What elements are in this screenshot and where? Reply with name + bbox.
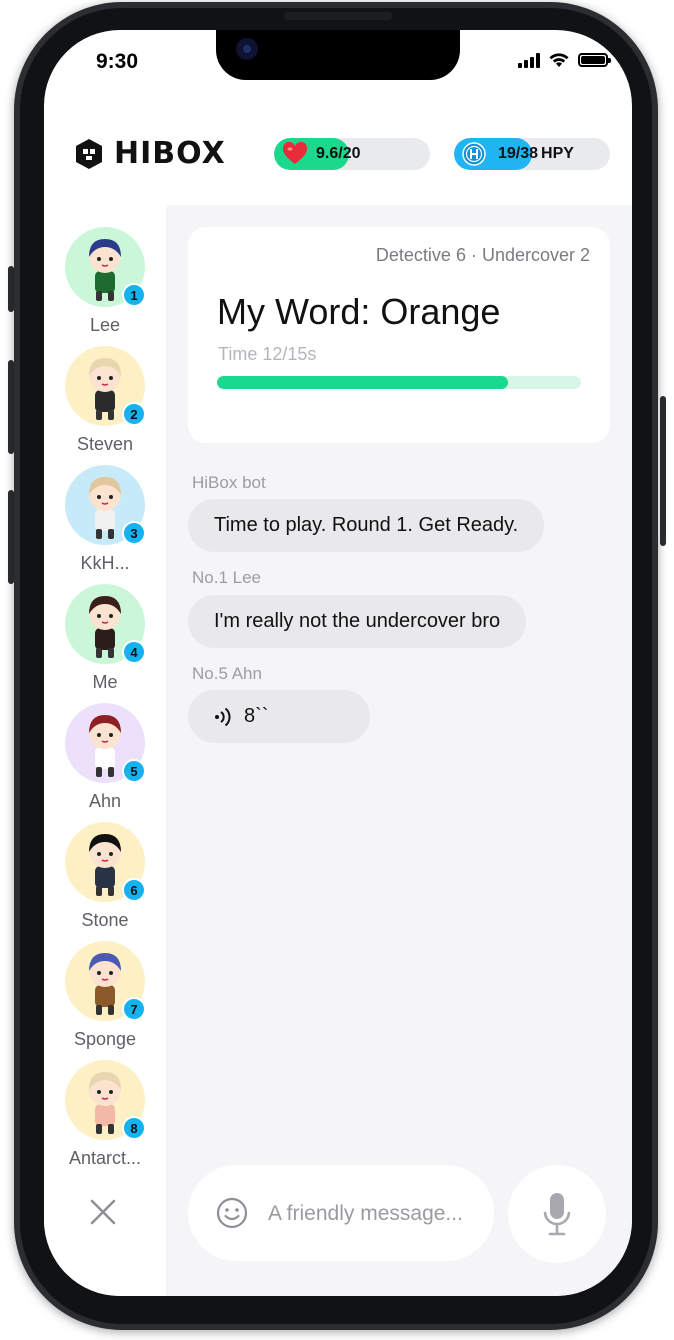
message-sender: No.5 Ahn <box>192 664 262 683</box>
logo-text: HIBOX <box>114 136 226 171</box>
voice-message-bubble[interactable]: 8`` <box>188 690 370 743</box>
emoji-icon[interactable] <box>216 1197 248 1229</box>
battery-icon <box>578 53 611 67</box>
app-screen: 9:30 HIBOX 9.6/20 19/38 HPY 1 Lee 2 Stev… <box>44 30 632 1296</box>
voice-duration: 8`` <box>244 705 269 727</box>
role-counts: Detective 6 · Undercover 2 <box>375 245 590 265</box>
status-icons <box>518 52 611 68</box>
heart-icon <box>282 142 308 164</box>
message-bubble: Time to play. Round 1. Get Ready. <box>188 499 545 552</box>
player-number-badge: 3 <box>122 521 146 545</box>
timer-progress <box>217 376 581 389</box>
hpy-balance[interactable]: 19/38 HPY <box>454 138 610 170</box>
message-input-box <box>188 1165 496 1261</box>
wifi-icon <box>549 53 569 67</box>
player-item[interactable]: 1 Lee <box>44 205 166 335</box>
energy-meter[interactable]: 9.6/20 <box>274 138 430 170</box>
hpy-unit: HPY <box>541 145 574 162</box>
player-item[interactable]: 3 KkH... <box>44 443 166 573</box>
timer-progress-fill <box>217 376 509 389</box>
message-bubble: I'm really not the undercover bro <box>188 595 527 648</box>
player-number-badge: 7 <box>122 997 146 1021</box>
player-item[interactable]: 5 Ahn <box>44 681 166 811</box>
player-number-badge: 6 <box>122 878 146 902</box>
close-icon[interactable] <box>88 1197 118 1227</box>
voice-wave-icon <box>214 707 232 727</box>
earpiece-speaker <box>284 12 392 20</box>
microphone-icon <box>543 1193 571 1236</box>
player-list: 1 Lee 2 Steven 3 KkH... 4 Me 5 Ahn 6 Stone 7 Sponge 8 A… <box>44 205 166 1296</box>
cellular-signal-icon <box>518 52 540 68</box>
word-card: Detective 6 · Undercover 2 My Word: Oran… <box>188 227 610 443</box>
player-number-badge: 1 <box>122 283 146 307</box>
voice-record-button[interactable] <box>508 1165 606 1263</box>
message-input[interactable] <box>266 1195 496 1233</box>
hpy-coin-icon <box>462 142 486 166</box>
player-item[interactable]: 2 Steven <box>44 324 166 454</box>
message-sender: HiBox bot <box>192 473 266 492</box>
player-number-badge: 5 <box>122 759 146 783</box>
player-number-badge: 4 <box>122 640 146 664</box>
player-name: Antarct... <box>68 1148 142 1168</box>
energy-label: 9.6/20 <box>316 145 361 162</box>
status-time: 9:30 <box>96 50 139 73</box>
timer-label: Time 12/15s <box>218 344 317 364</box>
player-number-badge: 2 <box>122 402 146 426</box>
player-item[interactable]: 7 Sponge <box>44 919 166 1049</box>
my-word: My Word: Orange <box>217 291 501 332</box>
player-item[interactable]: 4 Me <box>44 562 166 692</box>
chat-area: Detective 6 · Undercover 2 My Word: Oran… <box>166 205 632 1296</box>
player-item[interactable]: 6 Stone <box>44 800 166 930</box>
hpy-count: 19/38 <box>498 145 539 162</box>
hibox-logo: HIBOX <box>74 136 226 171</box>
hibox-logo-icon <box>76 138 102 169</box>
power-button <box>660 396 666 546</box>
notch <box>216 30 460 80</box>
player-number-badge: 8 <box>122 1116 146 1140</box>
front-camera-icon <box>236 38 258 60</box>
message-sender: No.1 Lee <box>192 568 261 587</box>
player-item[interactable]: 8 Antarct... <box>44 1038 166 1168</box>
